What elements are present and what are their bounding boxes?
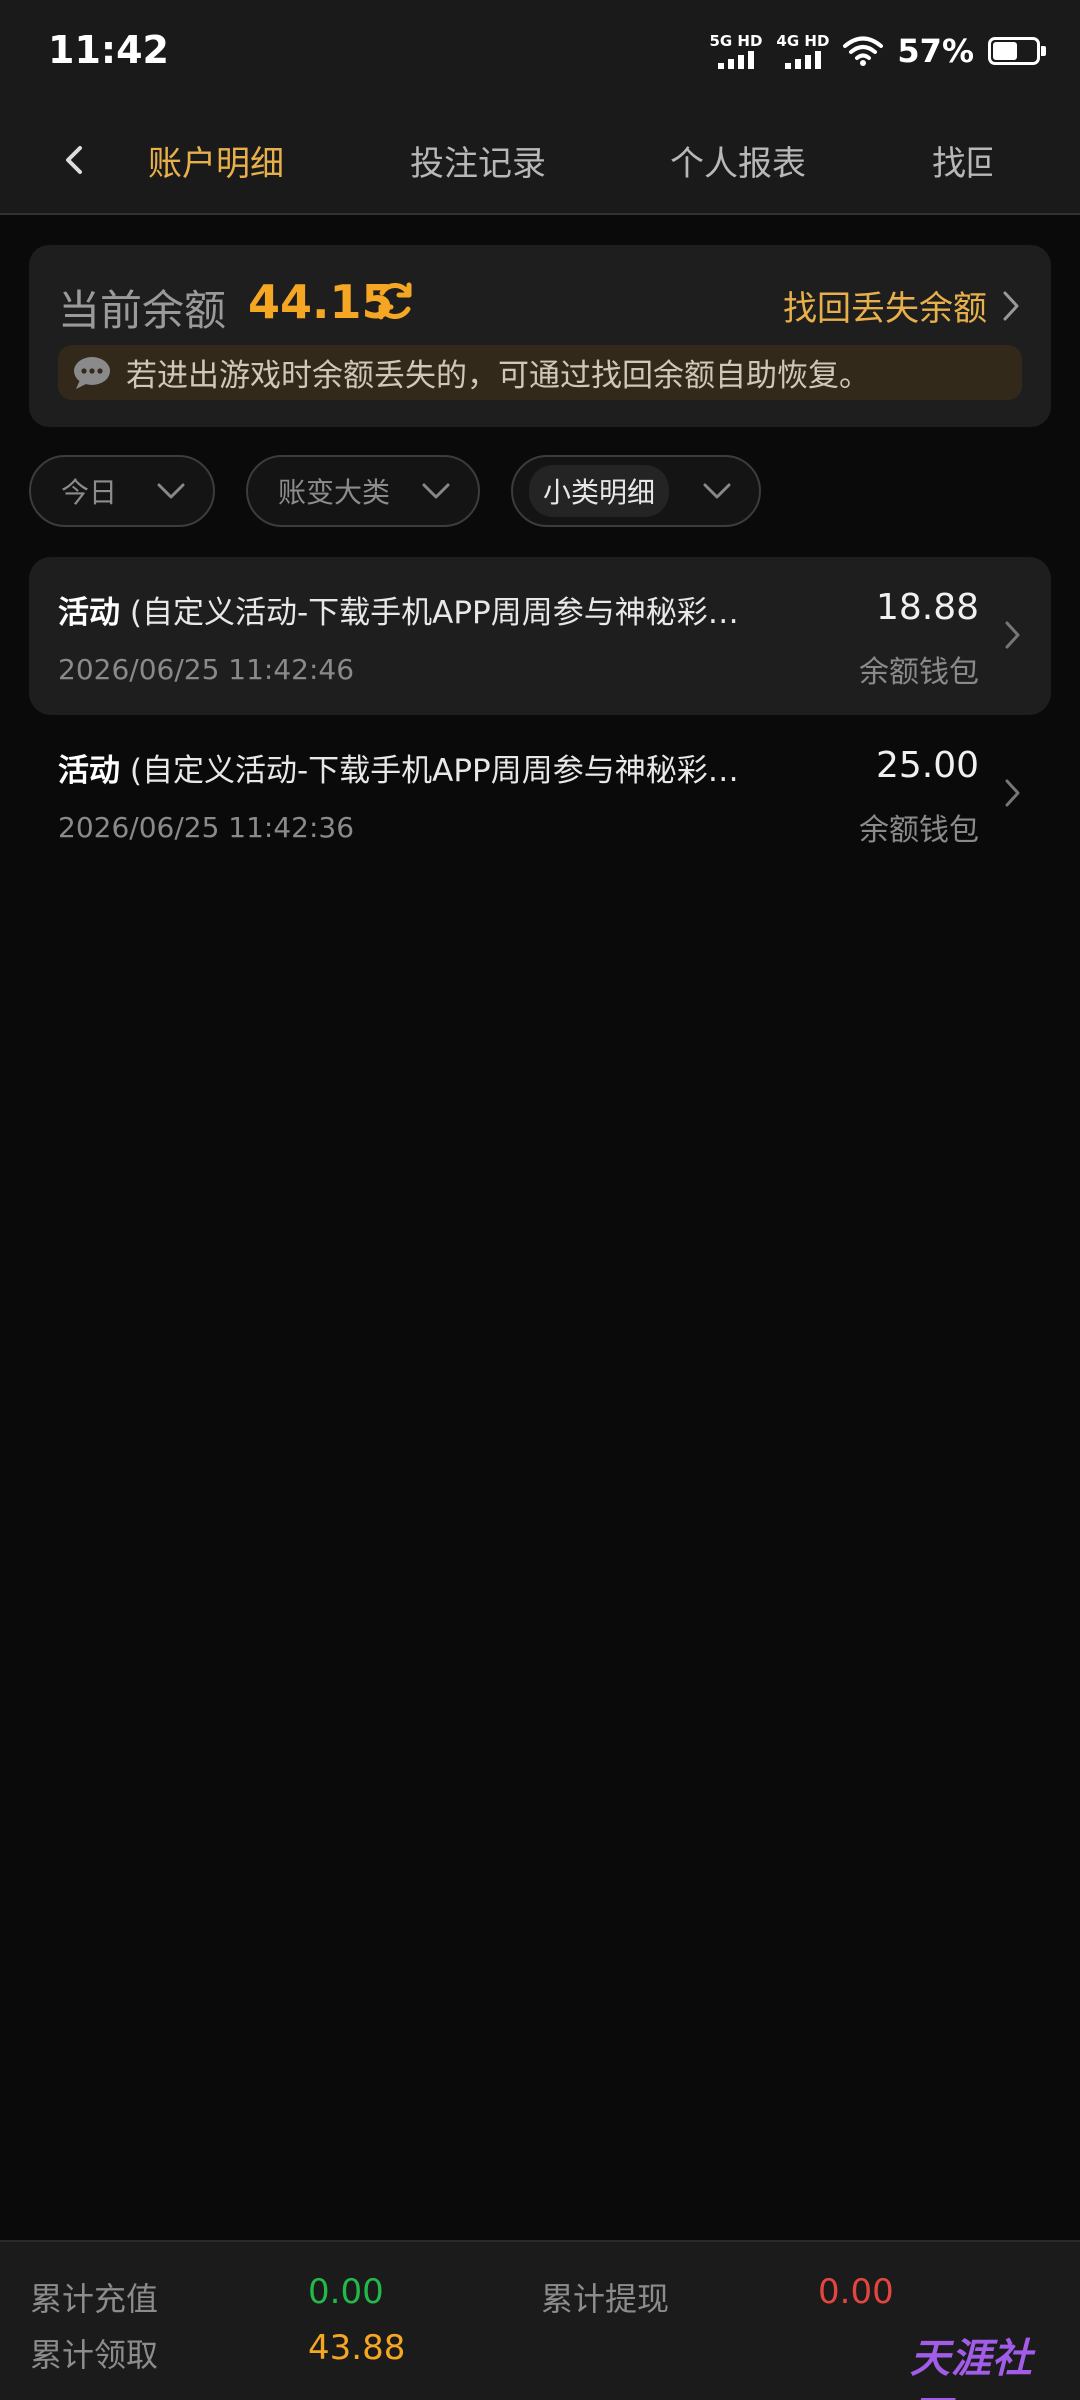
status-time: 11:42 [48,28,169,72]
balance-card: 当前余额 44.15 找回丢失余额 若进出游戏时余额丢失的，可通过找回余额自助恢… [29,245,1051,427]
chevron-right-icon [1003,291,1019,320]
recharge-total-label: 累计充值 [30,2280,159,2318]
signal-4g-icon: 4G HD [776,33,829,69]
net-label-1: 5G HD [709,32,763,50]
watermark-text: 天涯社区 [910,2336,1033,2400]
refresh-icon[interactable] [373,279,417,323]
chevron-right-icon [1005,779,1020,807]
tab-personal-report[interactable]: 个人报表 [670,136,806,185]
top-area: 11:42 5G HD 4G HD 57% 账户明细 投注记录 个人报表 找回 [0,0,1080,215]
recharge-total-value: 0.00 [308,2272,384,2312]
record-amount: 25.00 [875,745,979,786]
record-wallet: 余额钱包 [859,813,979,848]
tab-bet-records[interactable]: 投注记录 [410,136,546,185]
balance-label: 当前余额 [58,286,227,335]
chevron-down-icon [703,483,731,499]
tab-recover[interactable]: 找回 [932,136,992,185]
record-time: 2026/06/25 11:42:46 [58,653,355,686]
record-type: 活动 [58,595,120,631]
net-label-2: 4G HD [776,32,830,50]
recover-balance-link[interactable]: 找回丢失余额 [783,281,1021,330]
date-filter-dropdown[interactable]: 今日 [29,455,215,527]
record-row[interactable]: 活动 (自定义活动-下载手机APP周周参与神秘彩… 2026/06/25 11:… [29,715,1051,873]
chevron-down-icon [422,483,450,499]
chevron-right-icon [1005,621,1020,649]
subcategory-filter-dropdown[interactable]: 小类明细 [511,455,761,527]
subcategory-filter-label: 小类明细 [529,465,670,517]
record-wallet: 余额钱包 [859,655,979,690]
record-time: 2026/06/25 11:42:36 [58,811,355,844]
battery-percent: 57% [897,32,974,70]
withdraw-total-label: 累计提现 [541,2280,670,2318]
record-row[interactable]: 活动 (自定义活动-下载手机APP周周参与神秘彩… 2026/06/25 11:… [29,557,1051,715]
tab-account-detail[interactable]: 账户明细 [148,136,284,185]
category-filter-dropdown[interactable]: 账变大类 [246,455,480,527]
battery-icon [988,37,1046,65]
balance-value: 44.15 [248,275,394,329]
notice-text: 若进出游戏时余额丢失的，可通过找回余额自助恢复。 [126,358,870,394]
record-title: 活动 (自定义活动-下载手机APP周周参与神秘彩… [58,745,798,790]
withdraw-total-value: 0.00 [818,2272,894,2312]
status-icons: 5G HD 4G HD 57% [709,26,1046,76]
back-arrow-icon[interactable] [56,130,96,190]
recover-balance-label: 找回丢失余额 [783,289,987,329]
signal-5g-icon: 5G HD [709,33,762,69]
status-bar: 11:42 5G HD 4G HD 57% [0,0,1080,100]
claim-total-value: 43.88 [308,2328,406,2368]
record-desc: (自定义活动-下载手机APP周周参与神秘彩… [129,753,739,789]
record-title: 活动 (自定义活动-下载手机APP周周参与神秘彩… [58,587,798,632]
notice-banner: 若进出游戏时余额丢失的，可通过找回余额自助恢复。 [58,345,1022,400]
watermark-logo: 天涯社区 [896,2326,1064,2400]
date-filter-label: 今日 [61,476,118,509]
top-nav: 账户明细 投注记录 个人报表 找回 [0,112,1080,212]
claim-total-label: 累计领取 [30,2336,159,2374]
record-desc: (自定义活动-下载手机APP周周参与神秘彩… [129,595,739,631]
chat-bubble-icon [74,356,110,389]
record-type: 活动 [58,753,120,789]
chevron-down-icon [157,483,185,499]
wifi-icon [843,35,884,67]
category-filter-label: 账变大类 [278,476,391,509]
record-amount: 18.88 [875,587,979,628]
